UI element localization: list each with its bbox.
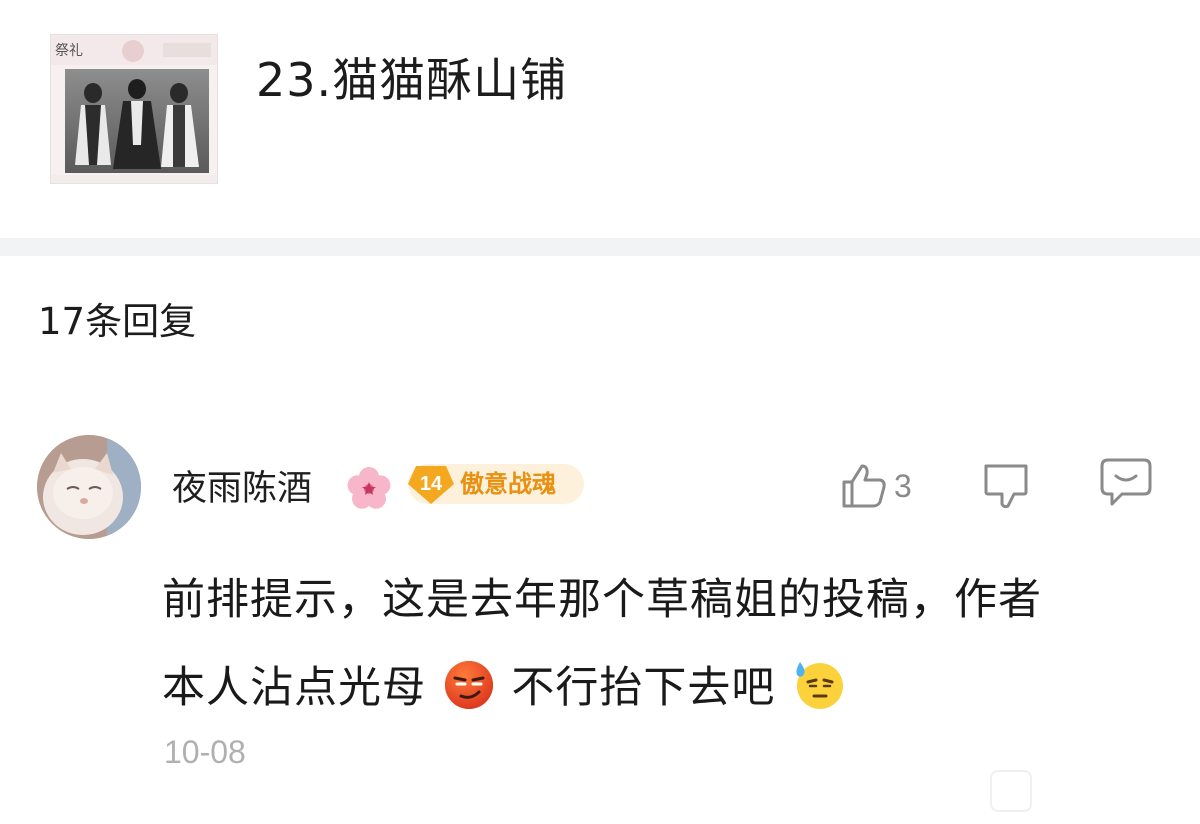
like-button[interactable]: 3 xyxy=(838,460,928,512)
dislike-button[interactable] xyxy=(980,460,1032,512)
post-thumbnail[interactable]: 祭礼 xyxy=(50,34,218,184)
comment-line-2: 本人沾点光母 不行抬下去吧 xyxy=(162,644,1162,732)
comment-body: 前排提示，这是去年那个草稿姐的投稿，作者 本人沾点光母 不行抬下去吧 xyxy=(162,556,1162,732)
svg-text:祭礼: 祭礼 xyxy=(55,43,83,59)
smug-face-emoji-icon xyxy=(444,661,493,709)
thumbs-up-icon xyxy=(842,464,886,508)
post-header[interactable]: 祭礼 23.猫猫酥山铺 xyxy=(0,0,1200,238)
username[interactable]: 夜雨陈酒 xyxy=(172,464,312,514)
comment-bubble-icon xyxy=(1100,458,1152,506)
level-number: 14 xyxy=(419,472,443,495)
comment-item: 夜雨陈酒 14 傲意战魂 3 前排提示，这是去年那个草稿姐的投稿，作者 本人沾点… xyxy=(0,430,1200,824)
comment-line-1: 前排提示，这是去年那个草稿姐的投稿，作者 xyxy=(162,575,1042,625)
level-badge[interactable]: 14 傲意战魂 xyxy=(408,464,584,504)
post-title[interactable]: 23.猫猫酥山铺 xyxy=(256,48,567,112)
avatar[interactable] xyxy=(37,435,141,539)
level-title: 傲意战魂 xyxy=(460,470,556,498)
section-divider xyxy=(0,238,1200,256)
watermark-icon xyxy=(990,770,1032,812)
thumbs-down-icon xyxy=(984,464,1028,509)
cat-avatar-icon xyxy=(37,435,141,539)
reply-button[interactable] xyxy=(1098,456,1154,508)
comment-line-2-text-b: 不行抬下去吧 xyxy=(511,663,776,713)
cosplay-thumbnail-icon: 祭礼 xyxy=(51,35,217,183)
reply-count-label: 17条回复 xyxy=(38,300,197,343)
sweat-face-emoji-icon xyxy=(796,662,844,709)
comment-line-2-text-a: 本人沾点光母 xyxy=(162,663,426,713)
like-count: 3 xyxy=(894,468,912,504)
cherry-blossom-icon xyxy=(344,464,394,514)
comment-timestamp: 10-08 xyxy=(164,734,246,770)
